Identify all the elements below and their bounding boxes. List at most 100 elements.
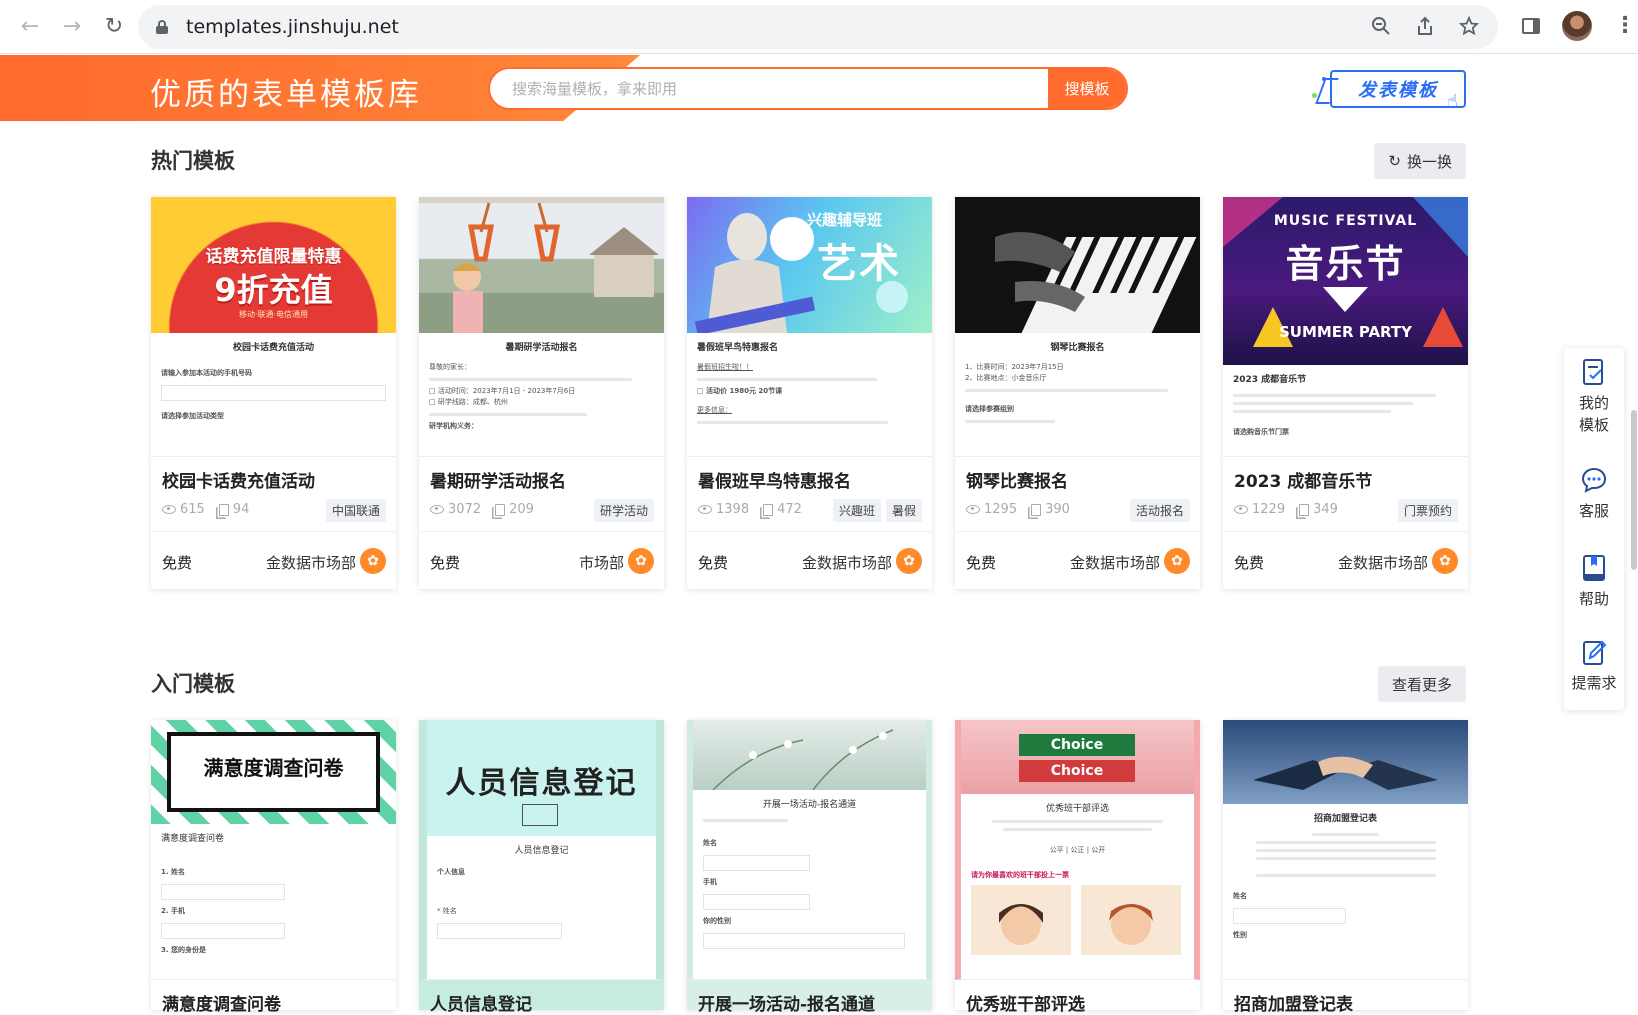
template-card[interactable]: 暑期研学活动报名 尊敬的家长： □ 活动时间：2023年7月1日 - 2023年… xyxy=(419,197,664,589)
author-logo-icon[interactable]: ✿ xyxy=(628,548,654,574)
share-icon[interactable] xyxy=(1414,15,1436,37)
card-title: 开展一场活动-报名通道 xyxy=(698,995,876,1015)
card-title: 暑假班早鸟特惠报名 xyxy=(698,472,851,492)
mini-form-text: 请选择参赛组别 xyxy=(965,405,1014,413)
card-tag[interactable]: 兴趣班 xyxy=(832,499,881,522)
mini-form-title: 开展一场活动-报名通道 xyxy=(762,800,857,810)
mini-form-text: □ 活动价 1980元 20节课 xyxy=(697,387,783,395)
search-button[interactable]: 搜模板 xyxy=(1048,69,1126,108)
mini-form-question: 姓名 xyxy=(1233,892,1247,900)
my-templates-label: 我的模板 xyxy=(1578,394,1609,434)
customer-service-button[interactable]: 客服 xyxy=(1564,466,1624,521)
card-title: 校园卡话费充值活动 xyxy=(162,472,315,492)
card-author[interactable]: 金数据市场部 xyxy=(1338,552,1428,573)
card-title: 满意度调查问卷 xyxy=(162,995,281,1015)
card-tag[interactable]: 活动报名 xyxy=(1129,499,1190,522)
card-tag[interactable]: 中国联通 xyxy=(325,499,386,522)
card-tag[interactable]: 暑假 xyxy=(885,499,922,522)
template-thumbnail: 招商加盟登记表 姓名 性别 xyxy=(1223,720,1468,980)
copy-count: 349 xyxy=(1313,502,1338,517)
template-card[interactable]: 钢琴比赛报名 1、比赛时间：2023年7月15日 2、比赛地点：小金音乐厅 请选… xyxy=(955,197,1200,589)
card-tags: 兴趣班 暑假 xyxy=(832,499,922,522)
thumb-line: SUMMER PARTY xyxy=(1278,323,1413,341)
mini-form-question: 2. 手机 xyxy=(161,907,185,915)
envelope-icon xyxy=(522,804,558,826)
template-card[interactable]: 满意度调查问卷 满意度调查问卷 1. 姓名 2. 手机 3. 您的身份是 满意度… xyxy=(151,720,396,1015)
mini-form-question: 1. 姓名 xyxy=(161,868,185,876)
reload-icon[interactable]: ↻ xyxy=(102,14,126,39)
mini-form-input xyxy=(1233,908,1346,924)
author-logo-icon[interactable]: ✿ xyxy=(1164,548,1190,574)
author-logo-icon[interactable]: ✿ xyxy=(360,548,386,574)
template-card[interactable]: MUSIC FESTIVAL 音乐节 SUMMER PARTY 2023 成都音… xyxy=(1223,197,1468,589)
card-author[interactable]: 市场部 xyxy=(579,552,624,573)
my-templates-button[interactable]: 我的模板 xyxy=(1564,358,1624,436)
card-divider xyxy=(1223,531,1468,532)
mini-form-title: 2023 成都音乐节 xyxy=(1233,375,1307,385)
zoom-out-icon[interactable] xyxy=(1370,15,1392,37)
view-more-button[interactable]: 查看更多 xyxy=(1377,666,1466,702)
flower-illustration xyxy=(712,729,894,791)
page-scrollbar[interactable] xyxy=(1631,410,1637,570)
submit-request-button[interactable]: 提需求 xyxy=(1564,638,1624,693)
thumb-line: 话费充值限量特惠 xyxy=(205,247,342,267)
template-card[interactable]: 兴趣辅导班 艺术 暑假班早鸟特惠报名 暑假班招生啦！！ □ 活动价 1980元 … xyxy=(687,197,932,589)
lock-icon[interactable] xyxy=(156,20,168,34)
card-author[interactable]: 金数据市场部 xyxy=(802,552,892,573)
copy-count: 94 xyxy=(232,502,250,517)
forward-icon[interactable]: → xyxy=(60,14,84,39)
url-text[interactable]: templates.jinshuju.net xyxy=(186,16,399,38)
chat-bubble-icon xyxy=(1581,467,1607,493)
help-button[interactable]: 帮助 xyxy=(1564,554,1624,609)
mini-form-question: * 姓名 xyxy=(437,907,457,915)
template-card[interactable]: Choice Choice 优秀班干部评选 公平 | 公正 | 公开 请为你最喜… xyxy=(955,720,1200,1015)
author-logo-icon[interactable]: ✿ xyxy=(1432,548,1458,574)
view-count: 615 xyxy=(180,502,205,517)
author-logo-icon[interactable]: ✿ xyxy=(896,548,922,574)
mini-form-title: 优秀班干部评选 xyxy=(1045,804,1109,814)
more-menu-icon[interactable]: ⋮ xyxy=(1614,15,1636,37)
mini-form-line xyxy=(1255,841,1436,844)
shuffle-button[interactable]: ↻ 换一换 xyxy=(1374,143,1466,179)
address-bar[interactable]: templates.jinshuju.net xyxy=(138,5,1498,49)
card-divider xyxy=(955,531,1200,532)
thumbnail-image xyxy=(955,197,1200,333)
thumb-line: 满意度调查问卷 xyxy=(203,756,344,780)
mini-form-text: □ 活动时间：2023年7月1日 - 2023年7月6日 xyxy=(429,387,576,395)
template-card[interactable]: 开展一场活动-报名通道 姓名 手机 你的性别 开展一场活动-报名通道 xyxy=(687,720,932,1015)
template-thumbnail: 开展一场活动-报名通道 姓名 手机 你的性别 xyxy=(687,720,932,980)
site-banner: 优质的表单模板库 搜模板 发表模板 ☝ xyxy=(0,55,1638,121)
card-tag[interactable]: 研学活动 xyxy=(593,499,654,522)
hand-cursor-icon: ☝ xyxy=(1447,91,1458,112)
mini-form-question: 性别 xyxy=(1233,931,1247,939)
template-card[interactable]: 话费充值限量特惠 9折充值 移动·联通·电信通用 校园卡话费充值活动 请输入参加… xyxy=(151,197,396,589)
bookmark-star-icon[interactable] xyxy=(1458,15,1480,37)
template-card[interactable]: 招商加盟登记表 姓名 性别 招商加盟登记表 xyxy=(1223,720,1468,1015)
card-title: 2023 成都音乐节 xyxy=(1234,472,1373,492)
template-thumbnail: 话费充值限量特惠 9折充值 移动·联通·电信通用 校园卡话费充值活动 请输入参加… xyxy=(151,197,396,457)
thumbnail-form-preview: 人员信息登记 个人信息 * 姓名 xyxy=(427,836,656,979)
mini-form-question: 3. 您的身份是 xyxy=(161,946,206,954)
mini-form-line xyxy=(965,389,1168,392)
book-icon xyxy=(1583,555,1605,581)
profile-avatar[interactable] xyxy=(1562,11,1592,41)
card-author[interactable]: 金数据市场部 xyxy=(266,552,356,573)
thumb-line: MUSIC FESTIVAL xyxy=(1273,213,1418,229)
side-panel-icon[interactable] xyxy=(1522,18,1540,34)
copies-icon xyxy=(218,503,229,516)
publish-template-button[interactable]: 发表模板 ☝ xyxy=(1330,70,1466,112)
mini-form-line xyxy=(1255,849,1436,852)
template-card[interactable]: 人员信息登记 人员信息登记 个人信息 * 姓名 人员信息登记 xyxy=(419,720,664,1015)
card-title: 钢琴比赛报名 xyxy=(966,472,1068,492)
back-icon[interactable]: ← xyxy=(18,14,42,39)
shuffle-label: 换一换 xyxy=(1406,152,1452,171)
card-tag[interactable]: 门票预约 xyxy=(1397,499,1458,522)
mini-form-text: 尊敬的家长： xyxy=(429,363,471,371)
card-author[interactable]: 金数据市场部 xyxy=(1070,552,1160,573)
mini-form-line xyxy=(1233,394,1436,397)
request-label: 提需求 xyxy=(1571,674,1617,692)
section-title: 入门模板 xyxy=(151,672,235,696)
copies-icon xyxy=(763,503,774,516)
thumb-line: 移动·联通·电信通用 xyxy=(238,310,309,319)
search-input[interactable] xyxy=(490,69,1048,108)
